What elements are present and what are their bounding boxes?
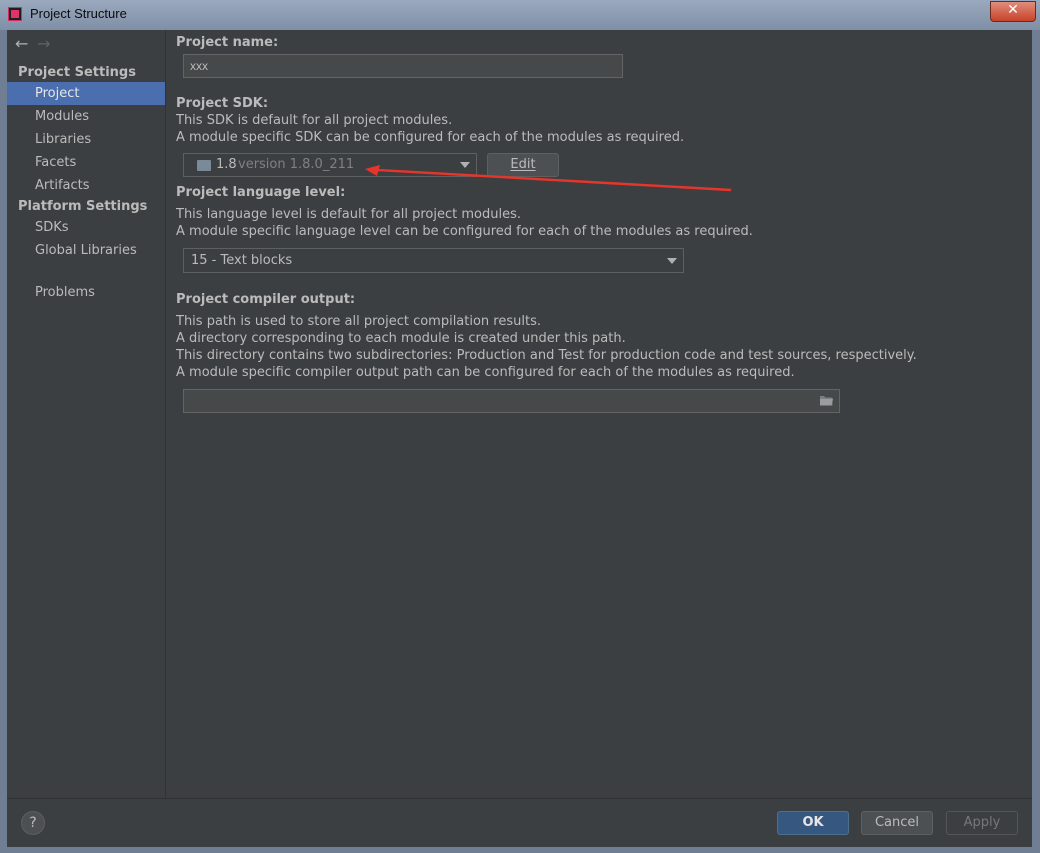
project-language-level-dropdown[interactable]: 15 - Text blocks: [183, 248, 684, 273]
compiler-output-desc-2: A directory corresponding to each module…: [176, 331, 626, 346]
folder-browse-icon[interactable]: [819, 394, 834, 407]
help-icon[interactable]: ?: [21, 811, 45, 835]
sidebar: ← → Project Settings Project Modules Lib…: [7, 30, 166, 798]
annotation-red-arrow: [365, 165, 732, 192]
project-sdk-desc-1: This SDK is default for all project modu…: [176, 113, 453, 128]
chevron-down-icon: [667, 258, 677, 264]
platform-settings-header: Platform Settings: [18, 199, 148, 214]
project-compiler-output-label: Project compiler output:: [176, 292, 356, 307]
compiler-output-input[interactable]: [183, 389, 840, 413]
cancel-button[interactable]: Cancel: [861, 811, 933, 835]
title-bar[interactable]: Project Structure ✕: [0, 0, 1040, 31]
nav-arrows: ← →: [15, 34, 55, 54]
project-name-input[interactable]: [183, 54, 623, 78]
sdk-folder-icon: [197, 160, 211, 171]
sdk-version: version 1.8.0_211: [238, 157, 355, 172]
ok-button[interactable]: OK: [777, 811, 849, 835]
window-frame-right: [1032, 30, 1040, 853]
compiler-output-field: [183, 389, 840, 413]
sidebar-item-libraries[interactable]: Libraries: [7, 128, 165, 151]
back-arrow-icon[interactable]: ←: [15, 34, 33, 53]
project-settings-header: Project Settings: [18, 65, 136, 80]
compiler-output-desc-3: This directory contains two subdirectori…: [176, 348, 917, 363]
sdk-name: 1.8: [216, 157, 237, 172]
compiler-output-desc-4: A module specific compiler output path c…: [176, 365, 795, 380]
project-sdk-label: Project SDK:: [176, 96, 269, 111]
window-title: Project Structure: [30, 6, 127, 21]
compiler-output-desc-1: This path is used to store all project c…: [176, 314, 541, 329]
project-language-level-desc-1: This language level is default for all p…: [176, 207, 521, 222]
intellij-app-icon: [8, 7, 22, 21]
sidebar-item-facets[interactable]: Facets: [7, 151, 165, 174]
project-language-level-label: Project language level:: [176, 185, 346, 200]
sidebar-item-sdks[interactable]: SDKs: [7, 216, 165, 239]
language-level-value: 15 - Text blocks: [191, 253, 293, 268]
dialog-footer: ? OK Cancel Apply: [7, 798, 1032, 847]
window-frame-bottom: [0, 846, 1040, 853]
sidebar-item-modules[interactable]: Modules: [7, 105, 165, 128]
project-structure-dialog: Project Structure ✕ ← → Project Settings…: [0, 0, 1040, 853]
project-name-label: Project name:: [176, 35, 279, 50]
forward-arrow-icon[interactable]: →: [37, 34, 55, 53]
sidebar-item-project[interactable]: Project: [7, 82, 165, 105]
sidebar-item-problems[interactable]: Problems: [7, 281, 165, 304]
window-frame-left: [0, 30, 7, 853]
project-language-level-desc-2: A module specific language level can be …: [176, 224, 753, 239]
apply-button[interactable]: Apply: [946, 811, 1018, 835]
sidebar-item-artifacts[interactable]: Artifacts: [7, 174, 165, 197]
sidebar-item-global-libraries[interactable]: Global Libraries: [7, 239, 165, 262]
project-sdk-desc-2: A module specific SDK can be configured …: [176, 130, 685, 145]
project-settings-panel: Project name: Project SDK: This SDK is d…: [166, 30, 1032, 798]
close-button[interactable]: ✕: [990, 1, 1036, 22]
